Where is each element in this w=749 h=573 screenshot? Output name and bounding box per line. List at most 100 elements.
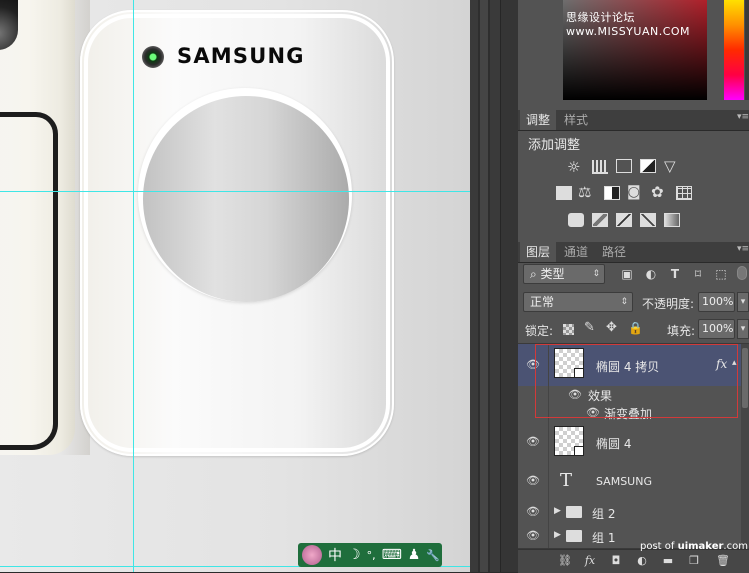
exposure-icon[interactable] — [640, 159, 656, 173]
visibility-eye-icon[interactable]: 👁 — [526, 475, 540, 486]
visibility-eye-icon[interactable]: 👁 — [526, 436, 540, 447]
posterize-icon[interactable] — [592, 213, 608, 227]
tab-layers[interactable]: 图层 — [520, 242, 557, 262]
select-arrows-icon: ⇕ — [620, 297, 628, 307]
guide-vertical[interactable] — [133, 0, 134, 572]
keyboard-icon[interactable]: ⌨ — [382, 547, 402, 563]
watermark-site: uimaker — [677, 541, 724, 552]
visibility-eye-icon[interactable]: 👁 — [526, 530, 540, 541]
gradient-map-icon[interactable] — [664, 213, 680, 227]
ime-toolbar[interactable]: 中 ☽ °, ⌨ ♟ 🔧 — [298, 543, 442, 567]
lock-pixels-icon[interactable]: ✎ — [584, 320, 595, 335]
fill-input[interactable]: 100% — [698, 319, 735, 339]
color-balance-icon[interactable]: ⚖ — [578, 183, 591, 201]
blend-mode-select[interactable]: 正常 ⇕ — [523, 292, 633, 312]
panel-menu-icon[interactable]: ▾≡ — [737, 113, 749, 122]
layer-name[interactable]: SAMSUNG — [596, 475, 652, 488]
layer-name[interactable]: 组 2 — [592, 505, 615, 522]
add-style-icon[interactable]: fx — [584, 555, 596, 567]
indicator-light-icon — [142, 46, 164, 68]
expand-arrow-icon[interactable]: ▶ — [554, 506, 561, 516]
document-canvas[interactable]: SAMSUNG — [0, 0, 470, 572]
ime-logo-icon — [302, 545, 322, 565]
lens-ellipse — [143, 96, 349, 302]
adjustment-filter-icon[interactable]: ◐ — [644, 268, 658, 280]
user-icon[interactable]: ♟ — [408, 547, 421, 563]
hue-saturation-icon[interactable] — [556, 186, 572, 200]
selection-highlight-box — [535, 344, 738, 418]
watermark-suffix: .com — [723, 541, 748, 552]
new-group-icon[interactable]: ▬ — [662, 555, 674, 567]
add-mask-icon[interactable]: ◘ — [610, 555, 622, 567]
divider — [548, 462, 549, 500]
layers-panel-menu-icon[interactable]: ▾≡ — [737, 245, 749, 254]
divider — [548, 500, 549, 524]
divider — [548, 524, 549, 548]
watermark-bottom: post of uimaker.com — [640, 541, 748, 552]
smart-object-filter-icon[interactable]: ⬚ — [714, 268, 728, 280]
guide-horizontal[interactable] — [0, 191, 470, 192]
divider — [548, 422, 549, 462]
watermark-top: 思缘设计论坛 www.MISSYUAN.COM — [566, 11, 691, 38]
layers-bottom-toolbar: ⛓ fx ◘ ◐ ▬ ❐ 🗑 — [518, 549, 749, 573]
curves-icon[interactable] — [616, 159, 632, 173]
layer-filter-label: 类型 — [540, 267, 565, 281]
invert-icon[interactable] — [568, 213, 584, 227]
vibrance-icon[interactable]: ▽ — [664, 157, 676, 175]
blend-mode-value: 正常 — [530, 295, 555, 309]
lock-transparency-icon[interactable] — [563, 324, 574, 335]
opacity-input[interactable]: 100% — [698, 292, 735, 312]
search-icon: ⌕ — [530, 267, 541, 281]
lock-label: 锁定: — [525, 324, 554, 338]
layers-tabbar: 图层 通道 路径 ▾≡ — [518, 242, 749, 263]
layer-name[interactable]: 组 1 — [592, 529, 615, 546]
black-white-icon[interactable] — [604, 186, 620, 200]
delete-layer-icon[interactable]: 🗑 — [716, 555, 730, 567]
color-scroll — [745, 0, 749, 100]
type-layer-icon: T — [560, 470, 573, 491]
selective-color-icon[interactable] — [640, 213, 656, 227]
folder-icon — [566, 530, 582, 542]
adjustments-tabbar: 调整 样式 ▾≡ — [518, 110, 749, 131]
select-arrows-icon: ⇕ — [592, 269, 600, 279]
channel-mixer-icon[interactable]: ✿ — [651, 183, 664, 201]
ime-mode-toggle[interactable]: 中 — [328, 545, 342, 565]
layer-row-ellipse4[interactable]: 👁 椭圆 4 — [518, 422, 749, 463]
tab-styles[interactable]: 样式 — [558, 110, 594, 130]
layer-name[interactable]: 椭圆 4 — [596, 435, 631, 452]
samsung-logo-text: SAMSUNG — [177, 44, 305, 68]
color-lookup-icon[interactable] — [676, 186, 692, 200]
tab-paths[interactable]: 路径 — [596, 242, 632, 262]
photo-filter-icon[interactable]: ◙ — [627, 184, 641, 200]
camera-strap — [0, 112, 58, 450]
filter-toggle[interactable] — [737, 266, 747, 280]
brightness-icon[interactable]: ☼ — [567, 158, 580, 176]
shape-filter-icon[interactable]: ⌑ — [691, 268, 705, 280]
tab-channels[interactable]: 通道 — [558, 242, 594, 262]
layers-scrollbar-thumb[interactable] — [742, 348, 748, 408]
opacity-dropdown-icon[interactable]: ▾ — [737, 292, 749, 312]
levels-icon[interactable] — [592, 160, 608, 174]
opacity-label: 不透明度: — [642, 297, 695, 311]
new-adjustment-icon[interactable]: ◐ — [636, 555, 648, 567]
visibility-eye-icon[interactable]: 👁 — [526, 506, 540, 517]
lock-all-icon[interactable]: 🔒 — [628, 321, 643, 335]
punctuation-toggle[interactable]: °, — [367, 549, 376, 562]
wrench-icon[interactable]: 🔧 — [426, 549, 440, 562]
new-layer-icon[interactable]: ❐ — [688, 555, 700, 567]
canvas-scrollbar-thumb[interactable] — [480, 0, 488, 572]
watermark-prefix: post of — [640, 541, 678, 552]
type-filter-icon[interactable]: T — [668, 268, 682, 280]
fill-dropdown-icon[interactable]: ▾ — [737, 319, 749, 339]
tab-adjustments[interactable]: 调整 — [520, 110, 557, 130]
expand-arrow-icon[interactable]: ▶ — [554, 530, 561, 540]
link-icon[interactable]: ⛓ — [558, 555, 572, 567]
moon-icon[interactable]: ☽ — [348, 547, 361, 563]
panel-dock-strip — [500, 0, 519, 572]
layer-row-group2[interactable]: 👁 ▶ 组 2 — [518, 500, 749, 525]
layer-filter-select[interactable]: ⌕ 类型 ⇕ — [523, 264, 605, 284]
pixel-filter-icon[interactable]: ▣ — [620, 268, 634, 280]
lock-position-icon[interactable]: ✥ — [606, 320, 617, 335]
layer-row-samsung[interactable]: 👁 T SAMSUNG — [518, 462, 749, 501]
threshold-icon[interactable] — [616, 213, 632, 227]
